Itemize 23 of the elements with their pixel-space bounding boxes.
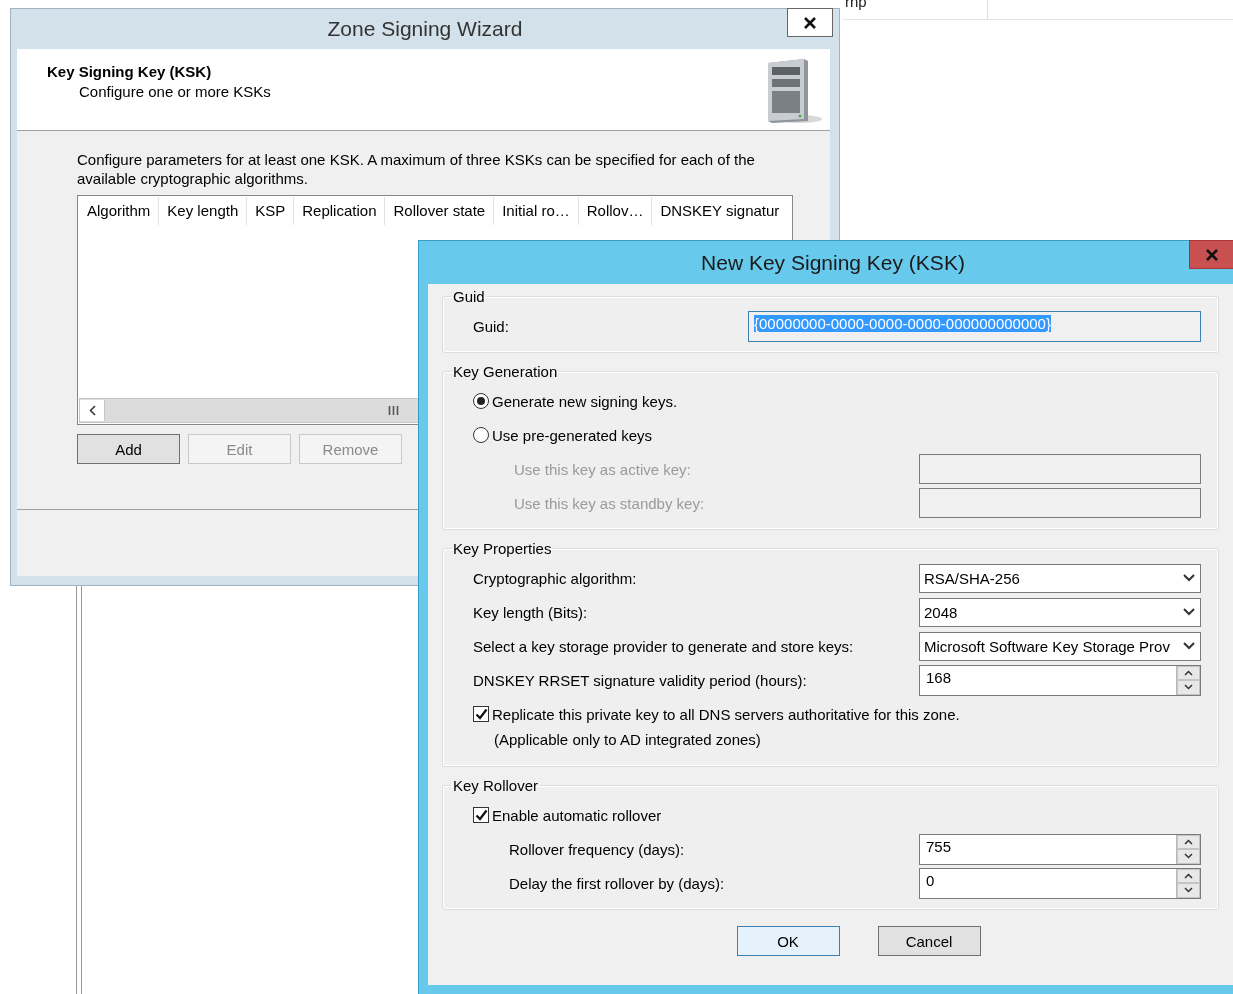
field-label: Key length (Bits):	[473, 603, 588, 621]
page-subtitle: Configure one or more KSKs	[79, 83, 271, 100]
group-label: Guid	[452, 288, 486, 305]
checkbox-label: Replicate this private key to all DNS servers authoritative for this zone.	[492, 705, 960, 723]
field-label: Guid:	[473, 317, 509, 335]
window-title: Zone Signing Wizard	[327, 17, 523, 41]
field-label: Use this key as standby key:	[514, 494, 705, 512]
note-text: (Applicable only to AD integrated zones)	[494, 731, 761, 748]
group-label: Key Generation	[452, 363, 559, 380]
radio-label: Generate new signing keys.	[492, 392, 678, 410]
radio-label: Use pre-generated keys	[492, 426, 653, 444]
group-label: Key Rollover	[452, 777, 540, 794]
checkbox-label: Enable automatic rollover	[492, 806, 662, 824]
page-title: Key Signing Key (KSK)	[47, 63, 213, 80]
description-text: Configure parameters for at least one KSK. A maximum of three KSKs can be specified for each of the available cryptographic algorithms.	[77, 150, 756, 188]
field-label: Rollover frequency (days):	[509, 840, 685, 858]
field-label: Select a key storage provider to generate and store keys:	[473, 637, 854, 655]
field-label: DNSKEY RRSET signature validity period (hours):	[473, 671, 807, 689]
field-label: Use this key as active key:	[514, 460, 691, 478]
field-label: Delay the first rollover by (days):	[509, 874, 725, 892]
dialog-title: New Key Signing Key (KSK)	[701, 250, 965, 275]
group-label: Key Properties	[452, 540, 553, 557]
field-label: Cryptographic algorithm:	[473, 569, 637, 587]
